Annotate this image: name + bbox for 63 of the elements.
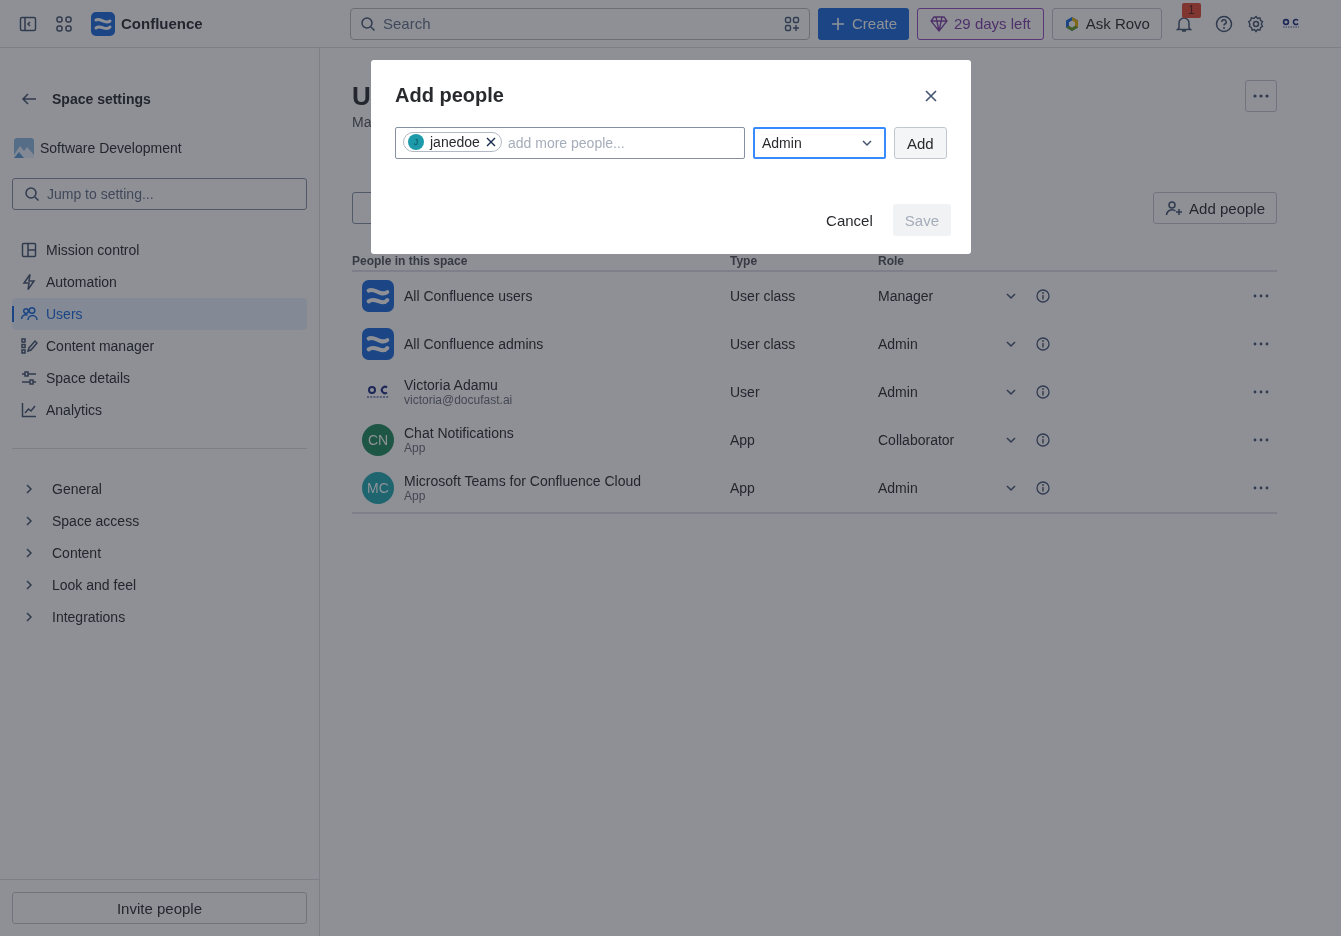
nav-label: Analytics xyxy=(46,402,103,418)
table-cell-text: App xyxy=(730,432,756,448)
column-header: Type xyxy=(730,254,759,268)
member-subtitle: App xyxy=(404,489,427,503)
role-select[interactable]: Collaborator xyxy=(878,432,1018,448)
member-subtitle: victoria@docufast.ai xyxy=(404,393,513,407)
role-select[interactable]: Manager xyxy=(878,288,1018,304)
page-description: Ma xyxy=(352,114,372,130)
add-people-button[interactable]: Add people xyxy=(1153,192,1277,224)
member-subtitle: App xyxy=(404,441,427,455)
nav-item[interactable]: Analytics xyxy=(12,394,307,426)
add-button[interactable]: Add xyxy=(894,127,947,159)
section-label: Content xyxy=(52,545,102,561)
role-select[interactable]: Admin xyxy=(878,384,1018,400)
column-header: Role xyxy=(878,254,905,268)
page-title: U xyxy=(352,80,372,112)
section-item[interactable]: Content xyxy=(12,537,307,569)
section-item[interactable]: General xyxy=(12,473,307,505)
column-header: People in this space xyxy=(352,254,469,268)
avatar: CN xyxy=(362,424,394,456)
search-field[interactable]: Search xyxy=(350,7,810,40)
member-name: Victoria Adamu xyxy=(404,377,499,393)
section-label: General xyxy=(52,481,102,497)
avatar: MC xyxy=(362,472,394,504)
section-label: Look and feel xyxy=(52,577,137,593)
nav-item[interactable]: Mission control xyxy=(12,234,307,266)
nav-item[interactable]: Automation xyxy=(12,266,307,298)
cancel-button[interactable]: Cancel xyxy=(814,204,885,236)
nav-label: Space details xyxy=(46,370,131,386)
section-item[interactable]: Space access xyxy=(12,505,307,537)
member-name: Chat Notifications xyxy=(404,425,514,441)
section-label: Space access xyxy=(52,513,140,529)
space-name[interactable]: Software Development xyxy=(40,140,182,156)
member-name: All Confluence admins xyxy=(404,336,544,352)
table-cell-text: User class xyxy=(730,336,797,352)
table-cell-text: User xyxy=(730,384,761,400)
person-chip[interactable]: J janedoe xyxy=(403,132,502,152)
member-name: All Confluence users xyxy=(404,288,533,304)
member-name: Microsoft Teams for Confluence Cloud xyxy=(404,473,642,489)
table-cell-text: App xyxy=(730,480,756,496)
role-select[interactable]: Admin xyxy=(753,127,886,159)
create-button[interactable]: Create xyxy=(818,7,910,40)
nav-label: Automation xyxy=(46,274,117,290)
dialog-title: Add people xyxy=(395,84,504,107)
nav-label: Users xyxy=(46,306,83,322)
setting-search-field[interactable]: Jump to setting... xyxy=(12,178,307,210)
nav-label: Content manager xyxy=(46,338,155,354)
table-cell-text: User class xyxy=(730,288,797,304)
role-select[interactable]: Admin xyxy=(878,336,1018,352)
ask-rovo-button[interactable]: Ask Rovo xyxy=(1051,7,1162,40)
nav-item[interactable]: Users xyxy=(12,298,307,330)
nav-label: Mission control xyxy=(46,242,140,258)
notification-count: 1 xyxy=(1181,2,1201,18)
sidebar-title: Space settings xyxy=(52,91,151,107)
product-name[interactable]: Confluence xyxy=(121,15,203,32)
invite-people-button[interactable]: Invite people xyxy=(12,892,307,924)
section-label: Integrations xyxy=(52,609,126,625)
section-item[interactable]: Integrations xyxy=(12,601,307,633)
section-item[interactable]: Look and feel xyxy=(12,569,307,601)
nav-item[interactable]: Space details xyxy=(12,362,307,394)
role-select[interactable]: Admin xyxy=(878,480,1018,496)
trial-button[interactable]: 29 days left xyxy=(917,7,1044,40)
nav-item[interactable]: Content manager xyxy=(12,330,307,362)
